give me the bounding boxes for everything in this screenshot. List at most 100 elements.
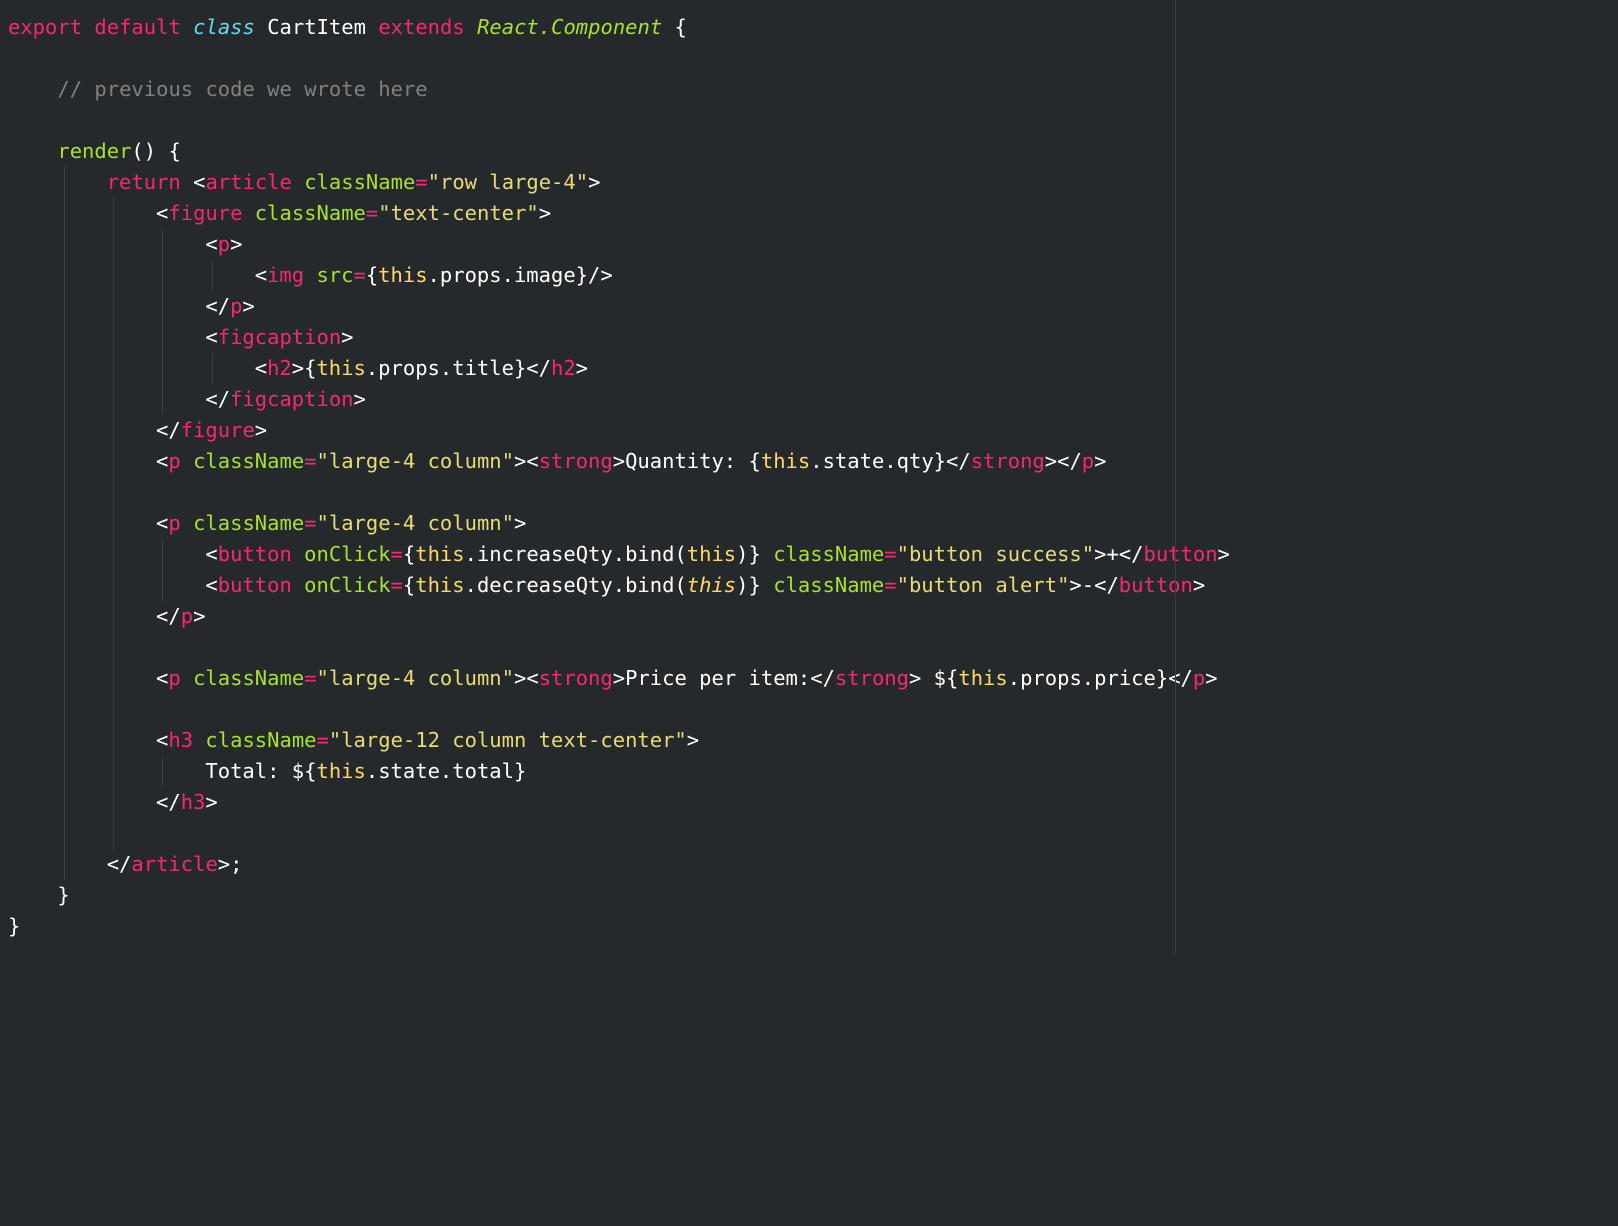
- keyword-class: class: [193, 15, 255, 39]
- attr-classname: className: [304, 170, 415, 194]
- code-line: </figcaption>: [8, 384, 1610, 415]
- code-line: [8, 632, 1610, 663]
- tag-open: <: [946, 449, 958, 473]
- method-render: render: [57, 139, 131, 163]
- paren: ): [736, 542, 748, 566]
- tag-article: article: [205, 170, 291, 194]
- tag-figcaption: figcaption: [230, 387, 353, 411]
- this-keyword: this: [687, 573, 736, 597]
- tag-open: <: [1119, 542, 1131, 566]
- jsx-brace: {: [366, 263, 378, 287]
- brace: {: [168, 139, 180, 163]
- tag-button: button: [218, 573, 292, 597]
- tag-close: >: [1045, 449, 1057, 473]
- code-line: <button onClick={this.increaseQty.bind(t…: [8, 539, 1610, 570]
- tag-strong: strong: [971, 449, 1045, 473]
- tag-img: img: [267, 263, 304, 287]
- attr-classname: className: [193, 511, 304, 535]
- tag-open: <: [156, 604, 168, 628]
- tag-p: p: [218, 232, 230, 256]
- tag-open: <: [205, 387, 217, 411]
- tag-close: >: [1069, 573, 1081, 597]
- dot: .: [613, 542, 625, 566]
- dot: .: [884, 449, 896, 473]
- tag-p: p: [168, 666, 180, 690]
- tag-close: >: [576, 356, 588, 380]
- attr-classname: className: [773, 573, 884, 597]
- tag-close: >: [292, 356, 304, 380]
- tag-close: >: [1205, 666, 1217, 690]
- brace: {: [675, 15, 687, 39]
- dot: .: [440, 759, 452, 783]
- jsx-brace: {: [403, 573, 415, 597]
- prop: props: [440, 263, 502, 287]
- tag-close: >: [613, 666, 625, 690]
- comment: // previous code we wrote here: [57, 77, 427, 101]
- tag-close: >: [909, 666, 921, 690]
- prop: props: [1020, 666, 1082, 690]
- jsx-brace: {: [403, 542, 415, 566]
- tag-open: <: [255, 356, 267, 380]
- prop: state: [823, 449, 885, 473]
- tag-p: p: [181, 604, 193, 628]
- code-editor[interactable]: export default class CartItem extends Re…: [0, 0, 1618, 954]
- method: bind: [625, 542, 674, 566]
- tag-open: <: [1094, 573, 1106, 597]
- prop: price: [1094, 666, 1156, 690]
- tag-open: <: [156, 201, 168, 225]
- this-keyword: this: [415, 573, 464, 597]
- tag-open: <: [205, 325, 217, 349]
- equals: =: [884, 542, 896, 566]
- code-line: <figcaption>: [8, 322, 1610, 353]
- equals: =: [304, 666, 316, 690]
- jsx-brace: }: [514, 759, 526, 783]
- text: +: [1106, 542, 1118, 566]
- jsx-brace: {: [946, 666, 958, 690]
- keyword-extends: extends: [378, 15, 464, 39]
- jsx-brace: }: [514, 356, 526, 380]
- tag-selfclose: />: [588, 263, 613, 287]
- string: "large-4 column": [317, 511, 514, 535]
- tag-open: <: [255, 263, 267, 287]
- attr-classname: className: [205, 728, 316, 752]
- tag-close: >: [205, 790, 217, 814]
- equals: =: [304, 511, 316, 535]
- equals: =: [353, 263, 365, 287]
- tag-slash: /: [958, 449, 970, 473]
- superclass: React.Component: [477, 15, 662, 39]
- tag-open: <: [156, 666, 168, 690]
- tag-h3: h3: [181, 790, 206, 814]
- paren: (: [674, 573, 686, 597]
- code-line: </h3>: [8, 787, 1610, 818]
- dot: .: [465, 573, 477, 597]
- prop: props: [378, 356, 440, 380]
- tag-slash: /: [1181, 666, 1193, 690]
- dot: .: [366, 356, 378, 380]
- equals: =: [366, 201, 378, 225]
- code-line: <figure className="text-center">: [8, 198, 1610, 229]
- tag-slash: /: [1131, 542, 1143, 566]
- tag-slash: /: [823, 666, 835, 690]
- equals: =: [304, 449, 316, 473]
- this-keyword: this: [415, 542, 464, 566]
- tag-open: <: [526, 666, 538, 690]
- tag-close: >: [1218, 542, 1230, 566]
- tag-slash: /: [119, 852, 131, 876]
- text: Price per item:: [625, 666, 810, 690]
- code-line: return <article className="row large-4">: [8, 167, 1610, 198]
- tag-slash: /: [218, 294, 230, 318]
- jsx-brace: }: [576, 263, 588, 287]
- tag-figure: figure: [168, 201, 242, 225]
- attr-classname: className: [193, 449, 304, 473]
- tag-close: >: [1094, 542, 1106, 566]
- code-line: <p>: [8, 229, 1610, 260]
- tag-strong: strong: [835, 666, 909, 690]
- tag-open: <: [205, 542, 217, 566]
- tag-close: >: [341, 325, 353, 349]
- dot: .: [465, 542, 477, 566]
- method: decreaseQty: [477, 573, 613, 597]
- tag-close: >: [539, 201, 551, 225]
- dot: .: [502, 263, 514, 287]
- attr-classname: className: [255, 201, 366, 225]
- class-name: CartItem: [267, 15, 366, 39]
